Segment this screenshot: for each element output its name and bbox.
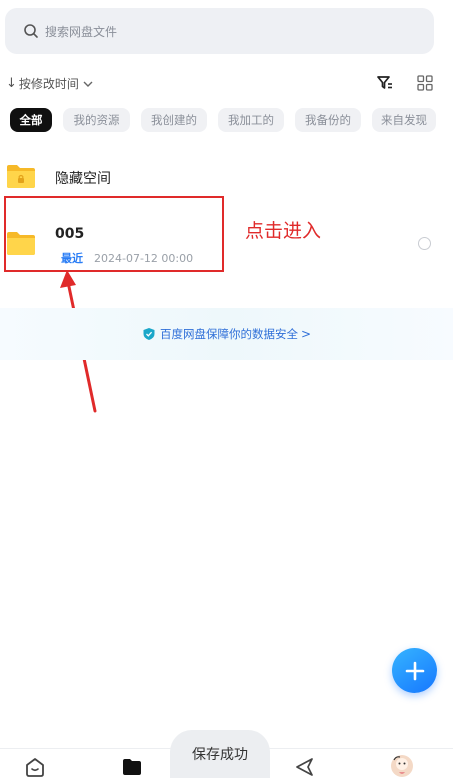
security-banner[interactable]: 百度网盘保障你的数据安全 > [0, 308, 453, 360]
tab-from-discover[interactable]: 来自发现 [372, 108, 436, 132]
tab-my-resources[interactable]: 我的资源 [63, 108, 130, 132]
chevron-right-icon: > [300, 327, 312, 341]
tab-created-by-me[interactable]: 我创建的 [141, 108, 207, 132]
security-text: 百度网盘保障你的数据安全 [159, 327, 298, 341]
avatar[interactable] [390, 754, 414, 778]
sort-toolbar: ↓ 按修改时间 [6, 72, 446, 96]
tab-backed-up[interactable]: 我备份的 [295, 108, 361, 132]
shield-icon [143, 328, 155, 340]
add-button[interactable] [392, 648, 437, 693]
highlight-box [4, 196, 224, 272]
sort-button[interactable]: ↓ 按修改时间 [6, 75, 94, 92]
sort-label: 按修改时间 [18, 77, 79, 91]
plus-icon [405, 661, 424, 680]
tab-all[interactable]: 全部 [10, 108, 52, 132]
annotation-text: 点击进入 [245, 220, 322, 242]
search-icon [24, 24, 38, 38]
search-placeholder: 搜索网盘文件 [45, 24, 118, 39]
category-tabs: 全部 我的资源 我创建的 我加工的 我备份的 来自发现 [10, 108, 436, 132]
filter-icon[interactable] [376, 74, 394, 92]
locked-folder-icon[interactable] [6, 163, 36, 189]
search-bar[interactable]: 搜索网盘文件 [5, 8, 434, 54]
app-screen: 搜索网盘文件 ↓ 按修改时间 全部 我的资源 我创建的 我加工的 我备份的 来自… [0, 0, 453, 778]
grid-view-icon[interactable] [417, 75, 433, 91]
sort-arrow-icon: ↓ [6, 76, 17, 91]
files-tab-icon[interactable] [121, 756, 143, 778]
chevron-down-icon [83, 81, 93, 87]
file-name-hidden-space[interactable]: 隐藏空间 [55, 168, 111, 188]
select-radio[interactable] [418, 237, 431, 250]
send-icon[interactable] [293, 756, 315, 778]
tab-processed-by-me[interactable]: 我加工的 [218, 108, 284, 132]
toast-message: 保存成功 [170, 730, 270, 778]
home-icon[interactable] [24, 756, 46, 778]
